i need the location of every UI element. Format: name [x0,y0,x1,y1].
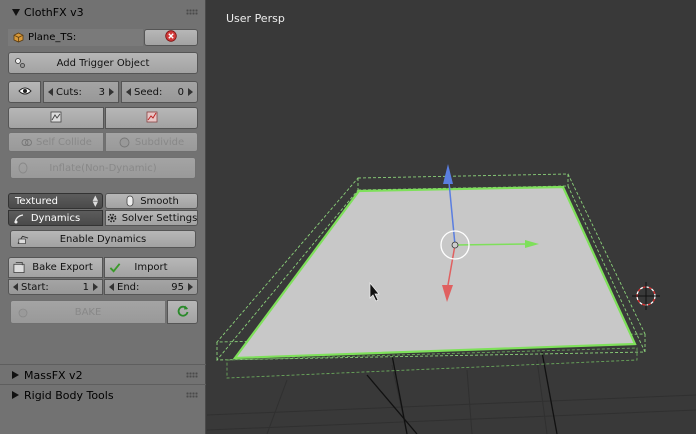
clothfx-panel-header[interactable]: ClothFX v3 [0,2,206,22]
seed-label: Seed: [134,86,163,98]
dynamics-label: Dynamics [30,212,81,224]
inflate-icon [17,162,29,174]
object-name-row: Plane_TS: [8,29,143,46]
object-legs [366,351,558,434]
enable-icon [17,233,29,245]
inflate-label: Inflate(Non-Dynamic) [49,162,157,174]
refresh-button[interactable] [167,300,198,324]
solver-settings-label: Solver Settings [121,212,198,224]
clothfx-title: ClothFX v3 [24,5,84,19]
massfx-panel-header[interactable]: MassFX v2 [0,365,206,385]
trigger-icon [14,57,26,69]
grip-icon[interactable] [186,372,198,378]
smooth-toggle[interactable]: Smooth [105,193,198,209]
gear-icon [106,212,118,224]
viewport-scene [207,164,696,434]
smooth-label: Smooth [140,195,179,207]
increment-icon[interactable] [188,283,193,291]
bake-button[interactable]: BAKE [10,300,166,324]
increment-icon[interactable] [188,88,193,96]
3d-cursor-icon[interactable] [632,282,660,310]
remove-object-button[interactable] [144,29,198,46]
cloth-plane[interactable] [232,185,637,360]
decrement-icon[interactable] [48,88,53,96]
start-frame-value: 1 [82,281,89,293]
decrement-icon[interactable] [109,283,114,291]
add-trigger-object-button[interactable]: Add Trigger Object [8,52,198,74]
increment-icon[interactable] [93,283,98,291]
decrement-icon[interactable] [126,88,131,96]
self-collide-label: Self Collide [36,136,92,148]
solver-settings-tab[interactable]: Solver Settings [105,210,198,226]
expand-triangle-icon [12,391,19,399]
collapse-triangle-icon [12,8,20,16]
inflate-button[interactable]: Inflate(Non-Dynamic) [10,157,196,179]
rigid-body-tools-panel-header[interactable]: Rigid Body Tools [0,385,206,405]
smooth-icon [124,195,136,207]
import-label: Import [134,262,168,273]
end-frame-field[interactable]: End: 95 [104,279,198,295]
import-button[interactable]: Import [104,257,198,278]
bake-export-label: Bake Export [32,262,93,273]
cuts-label: Cuts: [56,86,82,98]
close-icon [165,30,177,45]
dynamics-icon [13,213,25,225]
seed-value: 0 [177,86,184,98]
eye-icon [17,86,32,99]
updown-icon: ▲ ▼ [92,194,98,208]
shading-mode-select[interactable]: Textured ▲ ▼ [8,193,103,209]
enable-dynamics-label: Enable Dynamics [59,233,147,245]
refresh-icon [176,304,190,321]
cuts-value: 3 [98,86,105,98]
seed-field[interactable]: Seed: 0 [121,81,198,103]
grip-icon[interactable] [186,9,198,15]
floor-grid [207,359,696,434]
massfx-title: MassFX v2 [24,368,83,382]
visibility-toggle[interactable] [8,81,41,103]
cuts-field[interactable]: Cuts: 3 [43,81,119,103]
texture-button[interactable] [8,107,104,129]
graph-button[interactable] [105,107,198,129]
cube-icon [12,32,24,44]
texture-icon [50,111,62,126]
3d-viewport[interactable]: User Persp [207,0,696,434]
grip-icon[interactable] [186,392,198,398]
end-frame-value: 95 [171,281,184,293]
subdivide-icon [119,136,131,148]
subdivide-button[interactable]: Subdivide [105,132,198,152]
checkmark-icon [109,261,121,273]
start-frame-field[interactable]: Start: 1 [8,279,103,295]
bake-icon [17,307,29,319]
bake-label: BAKE [74,306,102,318]
self-collide-button[interactable]: Self Collide [8,132,104,152]
rigid-body-tools-title: Rigid Body Tools [24,388,114,402]
expand-triangle-icon [12,371,19,379]
graph-icon [146,111,158,126]
subdivide-label: Subdivide [134,136,185,148]
enable-dynamics-button[interactable]: Enable Dynamics [10,230,196,248]
add-trigger-object-label: Add Trigger Object [56,57,150,69]
tool-shelf-panel: ClothFX v3 Plane_TS: Add Trigger Object … [0,0,206,434]
collide-icon [20,136,32,148]
shading-mode-value: Textured [15,195,58,207]
object-name: Plane_TS: [28,32,77,43]
start-frame-label: Start: [21,281,49,293]
bake-export-icon [13,261,25,273]
increment-icon[interactable] [109,88,114,96]
end-frame-label: End: [117,281,140,293]
bake-export-button[interactable]: Bake Export [8,257,103,278]
viewport-label: User Persp [226,12,285,25]
decrement-icon[interactable] [13,283,18,291]
dynamics-tab[interactable]: Dynamics [8,210,103,226]
